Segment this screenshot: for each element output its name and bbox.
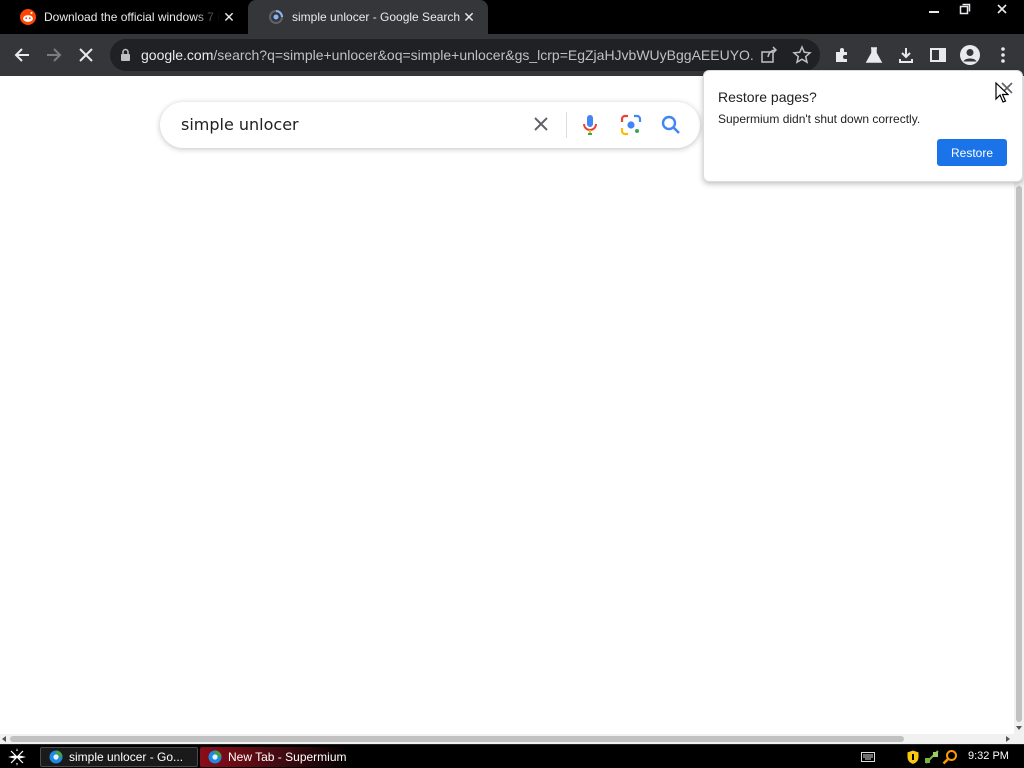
clock: 9:32 PM [968, 750, 1009, 762]
bubble-title: Restore pages? [718, 89, 817, 105]
more-vert-icon [1001, 47, 1005, 63]
close-icon [997, 4, 1007, 14]
tab-google-search[interactable]: simple unlocer - Google Search ✕ [248, 0, 488, 34]
microphone-icon[interactable] [582, 113, 598, 137]
restore-window-icon [959, 3, 970, 15]
horizontal-scrollbar[interactable] [0, 734, 1024, 744]
side-panel-button[interactable] [927, 44, 949, 66]
taskbar-item-new-tab[interactable]: New Tab - Supermium [200, 747, 350, 767]
side-panel-icon [930, 48, 946, 62]
minimize-button[interactable] [918, 0, 949, 18]
loading-spinner-icon [269, 10, 283, 24]
puzzle-icon [836, 48, 847, 62]
tab-title: simple unlocer - Google Search [292, 10, 460, 24]
search-icon[interactable] [660, 114, 682, 136]
mouse-cursor-icon [995, 82, 1009, 103]
scroll-down-arrow-icon[interactable] [1016, 726, 1022, 730]
labs-button[interactable] [863, 44, 885, 66]
scroll-right-arrow-icon[interactable] [1006, 736, 1010, 742]
taskbar: simple unlocer - Go... New Tab - Supermi… [0, 744, 1024, 768]
restore-pages-bubble: Restore pages? Supermium didn't shut dow… [703, 70, 1023, 182]
screen: Download the official windows 7 iso ✕ si… [0, 0, 1024, 768]
divider [566, 112, 567, 138]
profile-button[interactable] [959, 44, 981, 66]
close-tab-icon[interactable]: ✕ [220, 8, 238, 26]
supermium-icon [49, 750, 63, 764]
scroll-left-arrow-icon[interactable] [2, 736, 6, 742]
taskbar-item-label: New Tab - Supermium [228, 750, 347, 764]
taskbar-item-label: simple unlocer - Go... [69, 750, 184, 764]
search-tray-icon[interactable] [942, 748, 958, 766]
share-icon[interactable] [760, 46, 778, 64]
restore-button[interactable]: Restore [937, 139, 1007, 166]
minimize-icon [928, 11, 939, 13]
tab-windows-iso[interactable]: Download the official windows 7 iso ✕ [0, 0, 248, 34]
arrow-right-icon [47, 48, 62, 62]
url-text: google.com/search?q=simple+unlocer&oq=si… [141, 47, 753, 63]
taskbar-item-google-search[interactable]: simple unlocer - Go... [40, 747, 198, 767]
back-button[interactable] [6, 39, 38, 71]
flask-icon [865, 47, 883, 63]
shield-tray-icon[interactable] [905, 748, 921, 766]
arrow-left-icon [14, 48, 29, 62]
tab-title: Download the official windows 7 iso [44, 10, 220, 24]
scrollbar-thumb[interactable] [1016, 186, 1022, 722]
extensions-button[interactable] [831, 44, 853, 66]
stop-icon [79, 48, 93, 62]
close-window-button[interactable] [980, 0, 1024, 18]
url-host: google.com [141, 47, 214, 63]
restore-window-button[interactable] [949, 0, 980, 18]
bookmark-star-icon[interactable] [792, 45, 812, 65]
lock-icon [121, 48, 130, 61]
bubble-message: Supermium didn't shut down correctly. [718, 112, 921, 126]
supermium-icon [208, 750, 222, 764]
clear-icon[interactable] [532, 115, 550, 133]
search-input[interactable]: simple unlocer [181, 115, 299, 134]
avatar-icon [960, 45, 980, 65]
google-lens-icon[interactable] [620, 114, 642, 136]
url-path: /search?q=simple+unlocer&oq=simple+unloc… [213, 47, 753, 63]
menu-button[interactable] [992, 44, 1014, 66]
keyboard-tray-icon[interactable] [860, 748, 876, 766]
window-controls [918, 0, 1024, 18]
start-button[interactable] [6, 747, 28, 767]
forward-button[interactable] [38, 39, 70, 71]
star-start-icon [8, 748, 26, 766]
tab-strip: Download the official windows 7 iso ✕ si… [0, 0, 1024, 34]
stop-loading-button[interactable] [70, 39, 102, 71]
search-box[interactable]: simple unlocer [160, 102, 700, 148]
download-icon [899, 48, 913, 63]
close-tab-icon[interactable]: ✕ [460, 8, 478, 26]
scrollbar-thumb[interactable] [10, 736, 904, 742]
reddit-icon [20, 9, 36, 25]
address-bar[interactable]: google.com/search?q=simple+unlocer&oq=si… [110, 39, 820, 71]
downloads-button[interactable] [895, 44, 917, 66]
network-tray-icon[interactable] [924, 748, 940, 766]
